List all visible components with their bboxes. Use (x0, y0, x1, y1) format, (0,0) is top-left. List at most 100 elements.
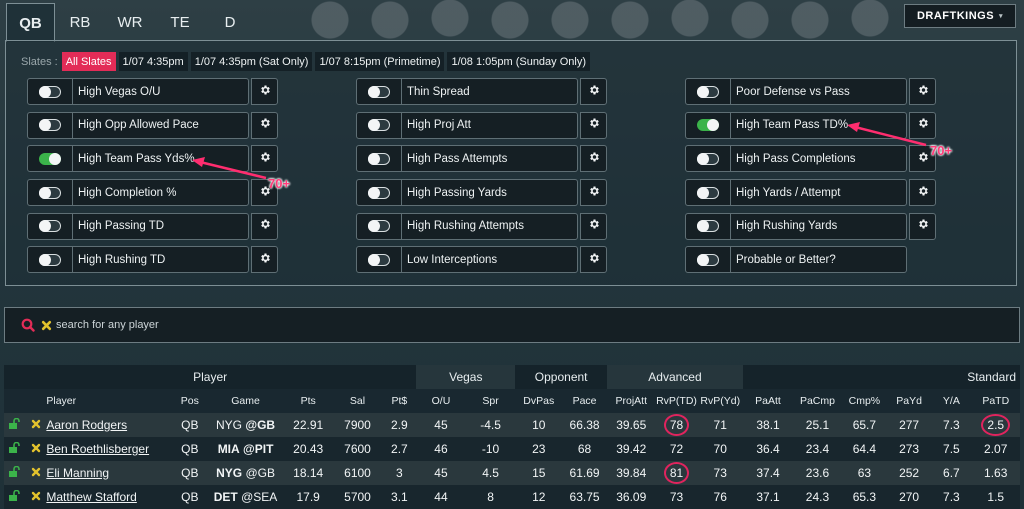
column-header[interactable]: PaYd (886, 389, 932, 413)
column-header[interactable]: Pt$ (382, 389, 417, 413)
table-row: Aaron Rodgers QB NYG @GB 22.91 7900 2.9 45 -4.5… (4, 413, 1020, 437)
filter-settings-button[interactable] (580, 145, 607, 173)
column-header (4, 389, 26, 413)
tab-qb[interactable]: QB (6, 3, 55, 42)
column-header[interactable]: ProjAtt (606, 389, 656, 413)
game-away: NYG (216, 418, 243, 432)
player-name-link[interactable]: Eli Manning (46, 461, 172, 485)
column-header[interactable]: O/U (416, 389, 466, 413)
player-name-link[interactable]: Ben Roethlisberger (46, 437, 172, 461)
filter-settings-button[interactable] (909, 111, 936, 139)
lock-cell[interactable] (4, 413, 25, 437)
column-header[interactable]: DvPas (515, 389, 563, 413)
search-input[interactable]: search for any player (56, 319, 159, 331)
cell-ptd: 2.7 (391, 442, 408, 456)
slate-all[interactable]: All Slates (61, 52, 116, 71)
toggle-knob (697, 186, 709, 199)
filter-toggle[interactable] (39, 152, 61, 165)
column-header[interactable]: Y/A (931, 389, 972, 413)
cell-ptd: 2.9 (391, 418, 408, 432)
slate-option[interactable]: 1/07 8:15pm (Primetime) (315, 52, 445, 71)
filter-settings-button[interactable] (251, 246, 278, 274)
toggle-cell (28, 146, 73, 172)
column-header[interactable]: Cmp% (841, 389, 887, 413)
toggle-cell (357, 146, 402, 172)
toggle-cell (28, 213, 73, 239)
slate-option[interactable]: 1/07 4:35pm (118, 52, 188, 71)
filter-toggle[interactable] (39, 220, 61, 233)
filter-toggle[interactable] (39, 253, 61, 266)
tab-te[interactable]: TE (155, 3, 205, 41)
filter-toggle[interactable] (39, 186, 61, 199)
filter-settings-button[interactable] (909, 179, 936, 207)
filter-toggle[interactable] (697, 220, 719, 233)
lock-cell[interactable] (4, 485, 25, 509)
filter-settings-button[interactable] (251, 145, 278, 173)
highlight-circle: 2.5 (981, 414, 1011, 436)
column-header[interactable]: Pace (562, 389, 607, 413)
player-name-link[interactable]: Aaron Rodgers (46, 413, 172, 437)
remove-cell[interactable] (25, 461, 46, 485)
column-group-opponent: Opponent (534, 370, 588, 384)
filter-toggle[interactable] (368, 152, 390, 165)
filter-toggle[interactable] (39, 119, 61, 132)
filter-settings-button[interactable] (580, 78, 607, 105)
column-header[interactable]: PaTD (971, 389, 1020, 413)
site-selector-dropdown[interactable]: DRAFTKINGS ▾ (904, 4, 1016, 28)
remove-cell[interactable] (25, 485, 46, 509)
filter-toggle[interactable] (368, 119, 390, 132)
filter-toggle[interactable] (368, 85, 390, 98)
slate-option[interactable]: 1/07 4:35pm (Sat Only) (190, 52, 313, 71)
filter-settings-button[interactable] (580, 111, 607, 139)
column-header[interactable]: PaAtt (743, 389, 794, 413)
slate-option[interactable]: 1/08 1:05pm (Sunday Only) (447, 52, 591, 71)
tab-d[interactable]: D (205, 3, 255, 41)
column-header[interactable]: Pts (283, 389, 333, 413)
column-header[interactable]: Spr (465, 389, 516, 413)
cell-ou: 44 (434, 490, 448, 504)
filter-settings-button[interactable] (909, 78, 936, 105)
filter-settings-button[interactable] (251, 78, 278, 105)
filter-row: Thin Spread (356, 78, 607, 105)
column-header[interactable]: Sal (332, 389, 383, 413)
filter-toggle[interactable] (697, 253, 719, 266)
cell-pace: 63.75 (569, 490, 600, 504)
filter-settings-button[interactable] (580, 179, 607, 207)
filter-toggle[interactable] (697, 186, 719, 199)
filter-toggle[interactable] (368, 253, 390, 266)
filter-toggle[interactable] (697, 85, 719, 98)
filter-settings-button[interactable] (909, 212, 936, 240)
cell-payd: 252 (899, 466, 920, 480)
cell-projatt: 39.84 (616, 466, 647, 480)
filter-toggle[interactable] (368, 186, 390, 199)
filter-settings-button[interactable] (251, 212, 278, 240)
column-header[interactable]: Pos (172, 389, 208, 413)
lock-cell[interactable] (4, 461, 25, 485)
column-header[interactable]: Player (46, 389, 173, 413)
filter-label: High Passing TD (78, 220, 165, 233)
filter-toggle[interactable] (39, 85, 61, 98)
filter-toggle[interactable] (697, 119, 719, 132)
toggle-cell (686, 213, 731, 239)
tab-rb[interactable]: RB (55, 3, 105, 41)
column-header[interactable]: Game (207, 389, 284, 413)
tab-wr[interactable]: WR (105, 3, 155, 41)
filter-settings-button[interactable] (580, 212, 607, 240)
cell-rvpyd: 76 (713, 490, 727, 504)
player-name-link[interactable]: Matthew Stafford (46, 485, 172, 509)
unlock-icon (8, 441, 20, 453)
filter-toggle[interactable] (697, 152, 719, 165)
clear-icon[interactable] (41, 320, 52, 331)
lock-cell[interactable] (4, 437, 25, 461)
filter-label: Low Interceptions (407, 253, 498, 266)
remove-cell[interactable] (25, 437, 46, 461)
filter-settings-button[interactable] (251, 111, 278, 139)
annotation-label: 70+ (930, 143, 953, 158)
filter-settings-button[interactable] (580, 246, 607, 274)
filter-toggle[interactable] (368, 220, 390, 233)
column-header[interactable]: PaCmp (793, 389, 842, 413)
remove-cell[interactable] (25, 413, 46, 437)
column-header[interactable]: RvP(TD) (655, 389, 698, 413)
player-search[interactable]: search for any player (4, 307, 1020, 343)
column-header[interactable]: RvP(Yd) (697, 389, 743, 413)
